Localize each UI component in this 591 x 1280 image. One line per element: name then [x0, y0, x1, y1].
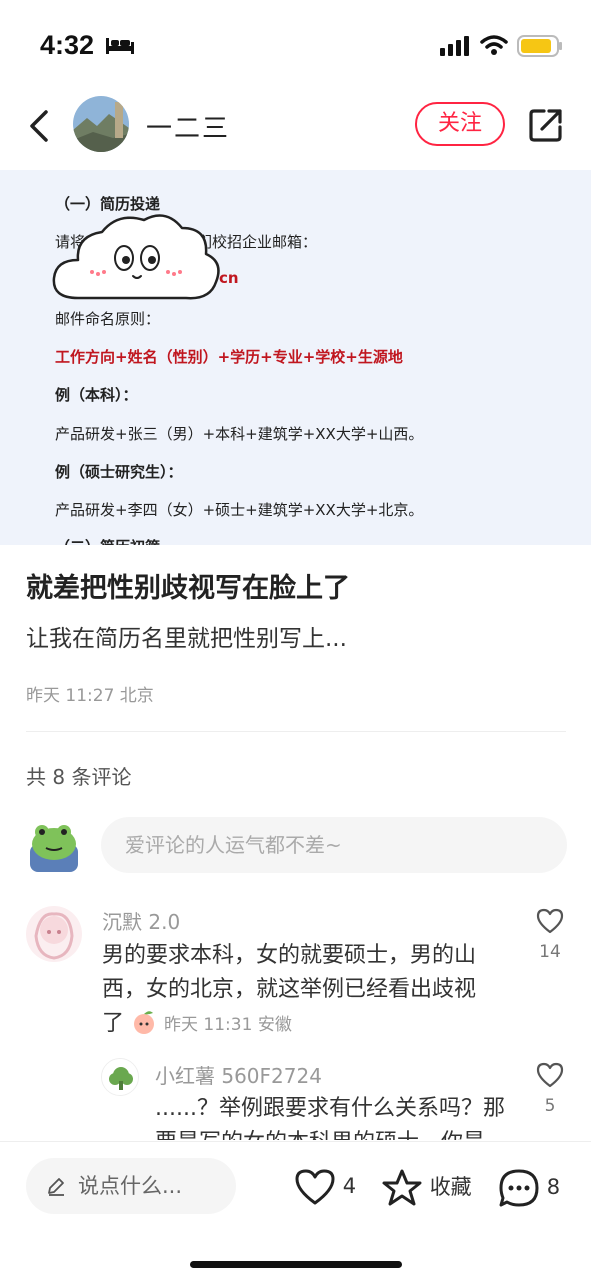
say-placeholder: 说点什么... [78, 1174, 183, 1198]
say-input[interactable]: 说点什么... [26, 1158, 236, 1214]
bottom-bar: 说点什么... 4 收藏 8 [0, 1141, 591, 1280]
like-button[interactable]: 4 [294, 1168, 356, 1206]
post-body: 让我在简历名里就把性别写上... [26, 626, 347, 652]
heart-icon [536, 1062, 564, 1088]
doc-example-bachelor: 产品研发+张三（男）+本科+建筑学+XX大学+山西。 [55, 425, 424, 443]
comment-text: 男的要求本科，女的就要硕士，男的山西，女的北京，就这举例已经看出歧视了 昨天 1… [102, 939, 492, 1042]
like-count: 4 [342, 1174, 357, 1198]
doc-example-bachelor-label: 例（本科）： [55, 386, 138, 404]
comment-bubble-icon [499, 1169, 539, 1207]
signal-icon [440, 36, 469, 56]
heart-icon [536, 908, 564, 934]
comment-input[interactable]: 爱评论的人运气都不差~ [101, 817, 567, 873]
post-title: 就差把性别歧视写在脸上了 [26, 573, 350, 604]
heart-icon [295, 1169, 335, 1205]
comment-button[interactable]: 8 [498, 1168, 560, 1208]
comment-like-button[interactable]: 14 [530, 908, 570, 962]
author-name[interactable]: 一二三 [146, 108, 230, 145]
status-bar: 4:32 [0, 0, 591, 90]
reply-like-button[interactable]: 5 [530, 1062, 570, 1116]
my-avatar [26, 822, 82, 872]
reply-text: ......？举例跟要求有什么关系吗？那要是写的女的本科男的硕士，你是 [155, 1096, 505, 1140]
bed-icon [106, 38, 134, 54]
author-avatar[interactable] [73, 96, 129, 152]
comment-avatar[interactable] [26, 906, 82, 962]
wifi-icon [480, 35, 508, 55]
comment-meta: 昨天 11:31 安徽 [164, 1015, 292, 1035]
cloud-sticker-icon [52, 214, 220, 300]
divider [26, 731, 566, 732]
peach-emoji-icon [134, 1011, 155, 1034]
follow-button[interactable]: 关注 [415, 102, 505, 146]
battery-icon [517, 35, 562, 57]
share-icon[interactable] [528, 107, 564, 143]
doc-example-master: 产品研发+李四（女）+硕士+建筑学+XX大学+北京。 [55, 501, 424, 519]
doc-naming-rule-label: 邮件命名原则： [55, 310, 161, 328]
reply-user[interactable]: 小红薯 560F2724 [155, 1060, 322, 1089]
reply-avatar[interactable] [101, 1058, 139, 1096]
comment-user[interactable]: 沉默 2.0 [102, 906, 180, 935]
home-indicator [190, 1261, 402, 1268]
nav-bar: 一二三 关注 [0, 90, 591, 162]
post-meta: 昨天 11:27 北京 [26, 686, 154, 706]
reply-like-count: 5 [544, 1096, 556, 1116]
pencil-icon [48, 1178, 64, 1196]
doc-naming-rule: 工作方向+姓名（性别）+学历+专业+学校+生源地 [55, 348, 403, 366]
status-time: 4:32 [40, 30, 95, 60]
comment-count: 共 8 条评论 [26, 765, 132, 789]
doc-next-heading: （二）简历初筛 [55, 536, 160, 545]
post-image[interactable]: （一）简历投递 请将 递至我们校招企业邮箱： cn 邮件命名原则： 工作方向+姓… [0, 170, 591, 545]
doc-example-master-label: 例（硕士研究生）： [55, 463, 183, 481]
collect-button[interactable]: 收藏 [381, 1168, 472, 1208]
comment-count-bottom: 8 [546, 1175, 561, 1199]
star-icon [382, 1169, 422, 1206]
back-icon[interactable] [26, 106, 54, 146]
comment-like-count: 14 [539, 942, 561, 962]
collect-label: 收藏 [429, 1175, 472, 1199]
